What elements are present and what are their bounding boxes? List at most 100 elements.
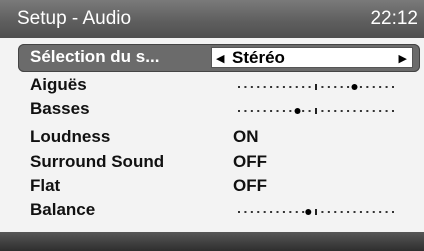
slider-dot [334,211,337,213]
slider-dot [282,110,285,112]
slider-dot [250,211,253,213]
slider-dot [340,211,343,213]
arrow-right-icon[interactable]: ▶ [399,52,407,65]
slider-dot [340,110,343,112]
arrow-left-icon[interactable]: ◀ [216,52,224,65]
slider-dot [327,86,330,88]
slider-dot [302,86,305,88]
slider-knob [294,108,301,114]
slider-dot [282,211,285,213]
slider-dot [347,110,350,112]
slider-dot [321,86,324,88]
slider-dot [327,211,330,213]
menu-item-treble[interactable]: Aiguës [0,73,424,96]
slider-dot [302,110,305,112]
balance-slider[interactable] [236,209,396,215]
slider-dot [334,86,337,88]
slider-dot [359,86,362,88]
slider-center-mark [315,209,317,215]
slider-dot [353,211,356,213]
slider-dot [270,86,273,88]
screen-title: Setup - Audio [17,8,132,29]
slider-dot [276,211,279,213]
slider-dot [385,86,388,88]
slider-dot [347,86,350,88]
slider-dot [257,211,260,213]
slider-dot [366,86,369,88]
slider-dot [321,110,324,112]
menu-item-label: Sélection du s... [30,47,160,66]
slider-dot [392,211,394,213]
slider-dot [238,211,240,213]
slider-dot [353,110,356,112]
menu-item-bass[interactable]: Basses [0,97,424,120]
slider-dot [250,86,253,88]
slider-dot [334,110,337,112]
menu-item-label: Basses [30,99,90,118]
menu-item-loudness[interactable]: Loudness ON [0,125,424,148]
slider-dot [379,110,382,112]
slider-dot [276,86,279,88]
bass-slider[interactable] [236,108,396,114]
slider-dot [289,110,292,112]
slider-dot [257,110,260,112]
menu-item-label: Aiguës [30,75,87,94]
slider-dot [244,110,247,112]
slider-dot [392,110,394,112]
slider-dot [238,110,240,112]
slider-dot [257,86,260,88]
slider-dot [270,211,273,213]
slider-dot [392,86,394,88]
slider-track [238,108,394,114]
clock: 22:12 [370,8,418,29]
slider-dot [366,211,369,213]
footer-bar [0,232,424,251]
slider-dot [276,110,279,112]
slider-dot [289,86,292,88]
slider-dot [263,110,266,112]
slider-dot [347,211,350,213]
slider-dot [359,110,362,112]
loudness-value: ON [233,127,259,146]
slider-knob [305,209,312,215]
slider-center-mark [315,84,317,90]
slider-dot [372,110,375,112]
menu-item-surround-sound[interactable]: Surround Sound OFF [0,150,424,173]
sound-mode-value: Stéréo [232,48,285,67]
sound-mode-selector[interactable]: ◀ Stéréo ▶ [211,47,413,68]
slider-dot [385,110,388,112]
slider-dot [244,86,247,88]
slider-dot [308,86,311,88]
surround-sound-value: OFF [233,152,267,171]
slider-dot [366,110,369,112]
slider-dot [295,86,298,88]
menu-item-balance[interactable]: Balance [0,198,424,221]
slider-dot [282,86,285,88]
slider-dot [359,211,362,213]
slider-dot [263,211,266,213]
slider-dot [372,86,375,88]
slider-dot [238,86,240,88]
flat-value: OFF [233,176,267,195]
treble-slider[interactable] [236,84,396,90]
menu-item-flat[interactable]: Flat OFF [0,174,424,197]
menu-item-label: Flat [30,176,61,195]
slider-dot [270,110,273,112]
menu-item-label: Loudness [30,127,111,146]
slider-dot [379,86,382,88]
settings-panel: Sélection du s... ◀ Stéréo ▶ Aiguës Bass… [0,38,424,232]
slider-dot [372,211,375,213]
slider-dot [308,110,311,112]
slider-knob [351,84,358,90]
slider-dot [340,86,343,88]
slider-dot [244,211,247,213]
audio-setup-screen: Setup - Audio 22:12 Sélection du s... ◀ … [0,0,424,251]
slider-dot [302,211,305,213]
slider-dot [385,211,388,213]
slider-dot [321,211,324,213]
slider-dot [295,211,298,213]
menu-item-sound-selection[interactable]: Sélection du s... ◀ Stéréo ▶ [18,44,420,72]
slider-dot [327,110,330,112]
menu-item-label: Balance [30,200,96,219]
slider-center-mark [315,108,317,114]
